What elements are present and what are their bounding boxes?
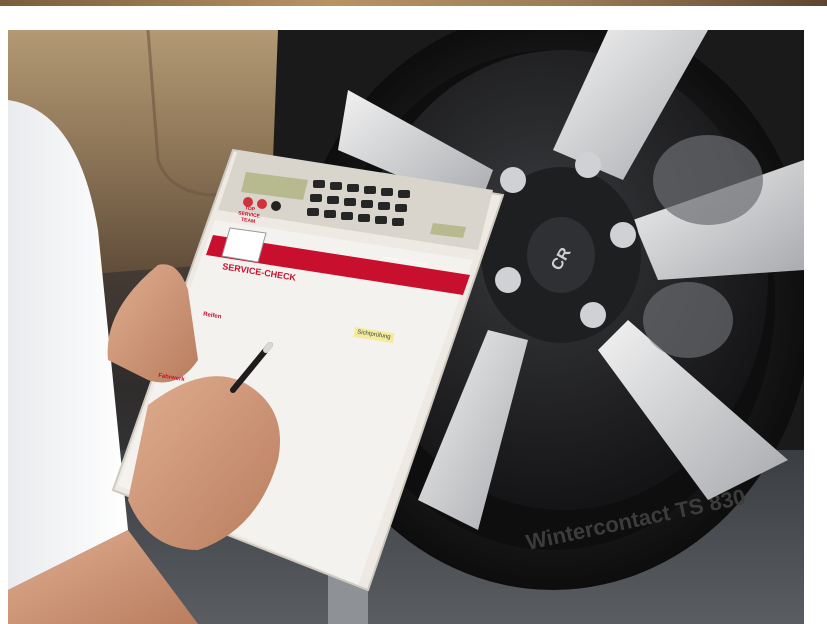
logo-text: TOP SERVICE TEAM [231,203,267,226]
form-title: SERVICE-CHECK [221,261,297,283]
workshop-photo: Wintercontact TS 830 CR TOP SERVICE TEAM… [8,30,804,624]
form-badge: Sichtprüfung [353,326,395,344]
top-photo-strip [0,0,827,6]
form-section-tires: Reifen [202,311,222,321]
form-section-chassis: Fahrwerk [157,372,185,384]
form-url: www.top-service-team.de [382,254,429,267]
